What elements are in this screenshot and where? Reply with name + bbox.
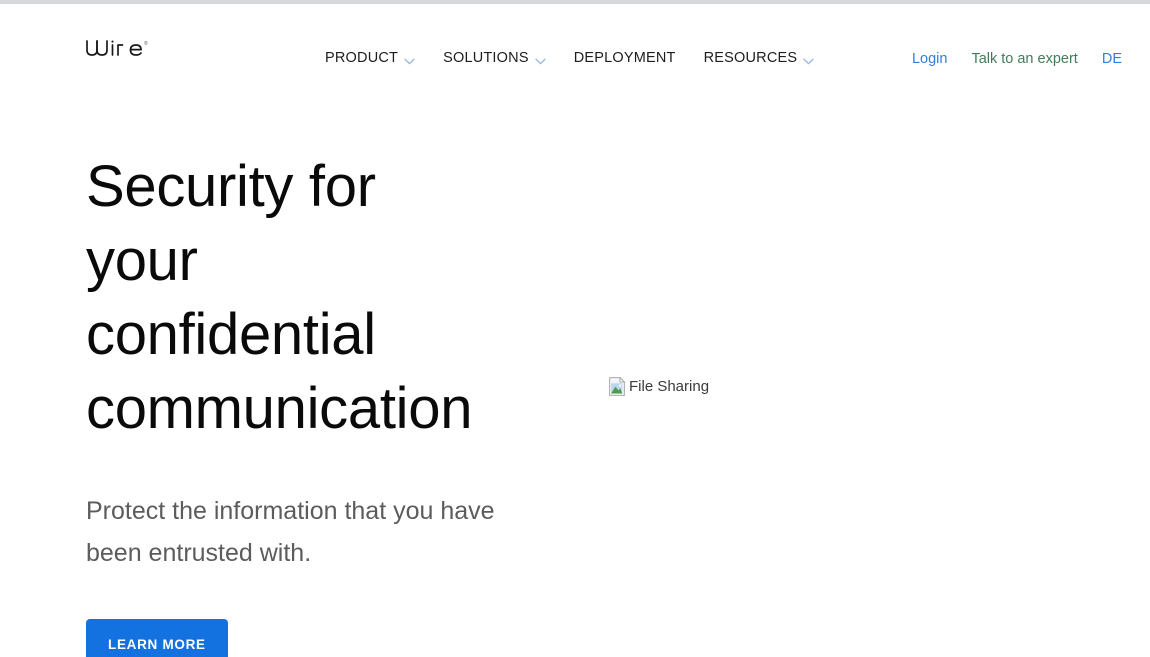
page-root: ® PRODUCT SOLUTIONS DEPLOYMENT RESOURCES… xyxy=(0,0,1150,657)
hero-image-alt-text: File Sharing xyxy=(629,378,710,395)
nav-item-resources-label: RESOURCES xyxy=(703,50,798,66)
talk-to-expert-link[interactable]: Talk to an expert xyxy=(971,51,1077,67)
site-header: ® PRODUCT SOLUTIONS DEPLOYMENT RESOURCES… xyxy=(0,6,1150,90)
nav-item-product[interactable]: PRODUCT xyxy=(325,50,415,66)
secondary-navigation: Login Talk to an expert DE xyxy=(912,51,1122,67)
wire-logo[interactable]: ® xyxy=(84,32,164,66)
nav-item-solutions[interactable]: SOLUTIONS xyxy=(443,50,546,66)
hero-content: Security for your confidential communica… xyxy=(86,150,556,657)
hero-image-placeholder: File Sharing xyxy=(609,376,710,396)
page-title: Security for your confidential communica… xyxy=(86,154,473,441)
chevron-down-icon xyxy=(534,58,546,65)
hero-subtitle: Protect the information that you have be… xyxy=(86,497,495,567)
nav-item-solutions-label: SOLUTIONS xyxy=(443,50,529,66)
chevron-down-icon xyxy=(803,58,814,65)
language-switcher-de[interactable]: DE xyxy=(1102,51,1122,67)
nav-item-deployment-label: DEPLOYMENT xyxy=(573,50,676,66)
nav-item-product-label: PRODUCT xyxy=(325,50,399,66)
primary-navigation: PRODUCT SOLUTIONS DEPLOYMENT RESOURCES xyxy=(325,50,814,66)
broken-image-icon xyxy=(609,376,626,396)
login-link[interactable]: Login xyxy=(912,51,947,67)
learn-more-button[interactable]: LEARN MORE xyxy=(86,619,228,657)
svg-text:®: ® xyxy=(144,40,148,47)
hero-section: Security for your confidential communica… xyxy=(0,90,1150,657)
chevron-down-icon xyxy=(404,58,415,65)
nav-item-resources[interactable]: RESOURCES xyxy=(704,50,815,66)
nav-item-deployment[interactable]: DEPLOYMENT xyxy=(574,50,676,66)
